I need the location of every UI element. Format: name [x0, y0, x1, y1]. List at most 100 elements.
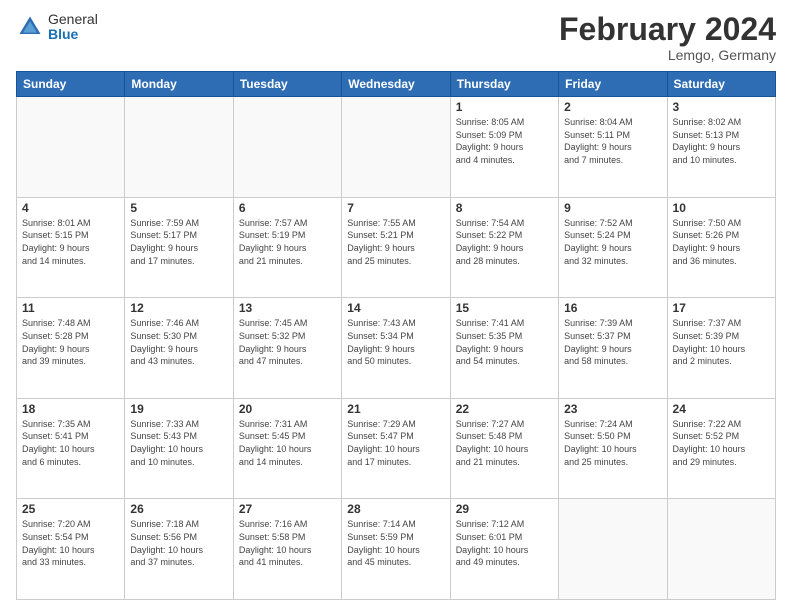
day-number: 15 [456, 301, 553, 315]
day-info: Sunrise: 7:43 AM Sunset: 5:34 PM Dayligh… [347, 317, 444, 367]
logo-general: General [48, 12, 98, 27]
day-info: Sunrise: 7:41 AM Sunset: 5:35 PM Dayligh… [456, 317, 553, 367]
title-section: February 2024 Lemgo, Germany [559, 12, 776, 63]
day-info: Sunrise: 7:29 AM Sunset: 5:47 PM Dayligh… [347, 418, 444, 468]
day-info: Sunrise: 7:54 AM Sunset: 5:22 PM Dayligh… [456, 217, 553, 267]
week-row-1: 4 Sunrise: 8:01 AM Sunset: 5:15 PM Daylig… [17, 197, 776, 298]
logo-icon [16, 13, 44, 41]
calendar-cell [233, 97, 341, 198]
calendar-cell [17, 97, 125, 198]
week-row-2: 11 Sunrise: 7:48 AM Sunset: 5:28 PM Dayli… [17, 298, 776, 399]
header-sunday: Sunday [17, 72, 125, 97]
day-number: 19 [130, 402, 227, 416]
header: General Blue February 2024 Lemgo, German… [16, 12, 776, 63]
calendar-cell: 2 Sunrise: 8:04 AM Sunset: 5:11 PM Daylig… [559, 97, 667, 198]
calendar-cell: 16 Sunrise: 7:39 AM Sunset: 5:37 PM Dayli… [559, 298, 667, 399]
calendar-cell: 12Sunrise: 7:46 AM Sunset: 5:30 PM Dayli… [125, 298, 233, 399]
day-info: Sunrise: 7:22 AM Sunset: 5:52 PM Dayligh… [673, 418, 770, 468]
main-title: February 2024 [559, 12, 776, 47]
day-number: 14 [347, 301, 444, 315]
week-row-4: 25 Sunrise: 7:20 AM Sunset: 5:54 PM Dayli… [17, 499, 776, 600]
day-number: 2 [564, 100, 661, 114]
calendar-cell: 10Sunrise: 7:50 AM Sunset: 5:26 PM Dayli… [667, 197, 775, 298]
day-number: 9 [564, 201, 661, 215]
day-info: Sunrise: 7:14 AM Sunset: 5:59 PM Dayligh… [347, 518, 444, 568]
day-info: Sunrise: 7:50 AM Sunset: 5:26 PM Dayligh… [673, 217, 770, 267]
calendar: Sunday Monday Tuesday Wednesday Thursday… [16, 71, 776, 600]
week-row-3: 18Sunrise: 7:35 AM Sunset: 5:41 PM Dayli… [17, 398, 776, 499]
day-info: Sunrise: 8:01 AM Sunset: 5:15 PM Dayligh… [22, 217, 119, 267]
day-number: 26 [130, 502, 227, 516]
calendar-header: Sunday Monday Tuesday Wednesday Thursday… [17, 72, 776, 97]
day-number: 27 [239, 502, 336, 516]
calendar-cell [342, 97, 450, 198]
day-number: 8 [456, 201, 553, 215]
day-info: Sunrise: 7:46 AM Sunset: 5:30 PM Dayligh… [130, 317, 227, 367]
day-number: 13 [239, 301, 336, 315]
header-monday: Monday [125, 72, 233, 97]
calendar-cell: 23Sunrise: 7:24 AM Sunset: 5:50 PM Dayli… [559, 398, 667, 499]
day-info: Sunrise: 8:02 AM Sunset: 5:13 PM Dayligh… [673, 116, 770, 166]
day-number: 1 [456, 100, 553, 114]
calendar-cell: 13 Sunrise: 7:45 AM Sunset: 5:32 PM Dayli… [233, 298, 341, 399]
calendar-cell [667, 499, 775, 600]
calendar-cell: 17Sunrise: 7:37 AM Sunset: 5:39 PM Dayli… [667, 298, 775, 399]
day-info: Sunrise: 7:39 AM Sunset: 5:37 PM Dayligh… [564, 317, 661, 367]
day-number: 25 [22, 502, 119, 516]
calendar-cell: 28 Sunrise: 7:14 AM Sunset: 5:59 PM Dayli… [342, 499, 450, 600]
day-info: Sunrise: 7:57 AM Sunset: 5:19 PM Dayligh… [239, 217, 336, 267]
day-number: 11 [22, 301, 119, 315]
day-number: 23 [564, 402, 661, 416]
header-friday: Friday [559, 72, 667, 97]
days-header-row: Sunday Monday Tuesday Wednesday Thursday… [17, 72, 776, 97]
day-info: Sunrise: 7:52 AM Sunset: 5:24 PM Dayligh… [564, 217, 661, 267]
calendar-cell: 6 Sunrise: 7:57 AM Sunset: 5:19 PM Daylig… [233, 197, 341, 298]
day-number: 21 [347, 402, 444, 416]
logo-blue: Blue [48, 27, 98, 42]
day-info: Sunrise: 8:04 AM Sunset: 5:11 PM Dayligh… [564, 116, 661, 166]
calendar-cell: 15 Sunrise: 7:41 AM Sunset: 5:35 PM Dayli… [450, 298, 558, 399]
day-info: Sunrise: 7:20 AM Sunset: 5:54 PM Dayligh… [22, 518, 119, 568]
day-info: Sunrise: 7:33 AM Sunset: 5:43 PM Dayligh… [130, 418, 227, 468]
day-number: 17 [673, 301, 770, 315]
calendar-cell: 26 Sunrise: 7:18 AM Sunset: 5:56 PM Dayli… [125, 499, 233, 600]
day-number: 18 [22, 402, 119, 416]
calendar-cell: 27 Sunrise: 7:16 AM Sunset: 5:58 PM Dayli… [233, 499, 341, 600]
day-number: 3 [673, 100, 770, 114]
day-number: 4 [22, 201, 119, 215]
page: General Blue February 2024 Lemgo, German… [0, 0, 792, 612]
calendar-cell: 24 Sunrise: 7:22 AM Sunset: 5:52 PM Dayli… [667, 398, 775, 499]
calendar-cell: 11 Sunrise: 7:48 AM Sunset: 5:28 PM Dayli… [17, 298, 125, 399]
day-info: Sunrise: 8:05 AM Sunset: 5:09 PM Dayligh… [456, 116, 553, 166]
day-number: 6 [239, 201, 336, 215]
calendar-cell: 5Sunrise: 7:59 AM Sunset: 5:17 PM Daylig… [125, 197, 233, 298]
logo: General Blue [16, 12, 98, 43]
calendar-cell: 3 Sunrise: 8:02 AM Sunset: 5:13 PM Daylig… [667, 97, 775, 198]
day-info: Sunrise: 7:18 AM Sunset: 5:56 PM Dayligh… [130, 518, 227, 568]
day-number: 28 [347, 502, 444, 516]
calendar-cell: 21 Sunrise: 7:29 AM Sunset: 5:47 PM Dayli… [342, 398, 450, 499]
day-info: Sunrise: 7:31 AM Sunset: 5:45 PM Dayligh… [239, 418, 336, 468]
calendar-cell: 8 Sunrise: 7:54 AM Sunset: 5:22 PM Daylig… [450, 197, 558, 298]
header-wednesday: Wednesday [342, 72, 450, 97]
day-number: 7 [347, 201, 444, 215]
calendar-body: 1 Sunrise: 8:05 AM Sunset: 5:09 PM Daylig… [17, 97, 776, 600]
day-number: 16 [564, 301, 661, 315]
calendar-cell: 1 Sunrise: 8:05 AM Sunset: 5:09 PM Daylig… [450, 97, 558, 198]
calendar-cell: 7 Sunrise: 7:55 AM Sunset: 5:21 PM Daylig… [342, 197, 450, 298]
day-info: Sunrise: 7:45 AM Sunset: 5:32 PM Dayligh… [239, 317, 336, 367]
calendar-cell: 25 Sunrise: 7:20 AM Sunset: 5:54 PM Dayli… [17, 499, 125, 600]
calendar-cell: 29Sunrise: 7:12 AM Sunset: 6:01 PM Dayli… [450, 499, 558, 600]
day-info: Sunrise: 7:12 AM Sunset: 6:01 PM Dayligh… [456, 518, 553, 568]
calendar-cell [125, 97, 233, 198]
day-info: Sunrise: 7:27 AM Sunset: 5:48 PM Dayligh… [456, 418, 553, 468]
calendar-cell: 9 Sunrise: 7:52 AM Sunset: 5:24 PM Daylig… [559, 197, 667, 298]
day-info: Sunrise: 7:55 AM Sunset: 5:21 PM Dayligh… [347, 217, 444, 267]
subtitle: Lemgo, Germany [559, 47, 776, 63]
day-number: 24 [673, 402, 770, 416]
calendar-cell: 20Sunrise: 7:31 AM Sunset: 5:45 PM Dayli… [233, 398, 341, 499]
day-info: Sunrise: 7:16 AM Sunset: 5:58 PM Dayligh… [239, 518, 336, 568]
day-info: Sunrise: 7:48 AM Sunset: 5:28 PM Dayligh… [22, 317, 119, 367]
calendar-cell: 4 Sunrise: 8:01 AM Sunset: 5:15 PM Daylig… [17, 197, 125, 298]
day-number: 22 [456, 402, 553, 416]
